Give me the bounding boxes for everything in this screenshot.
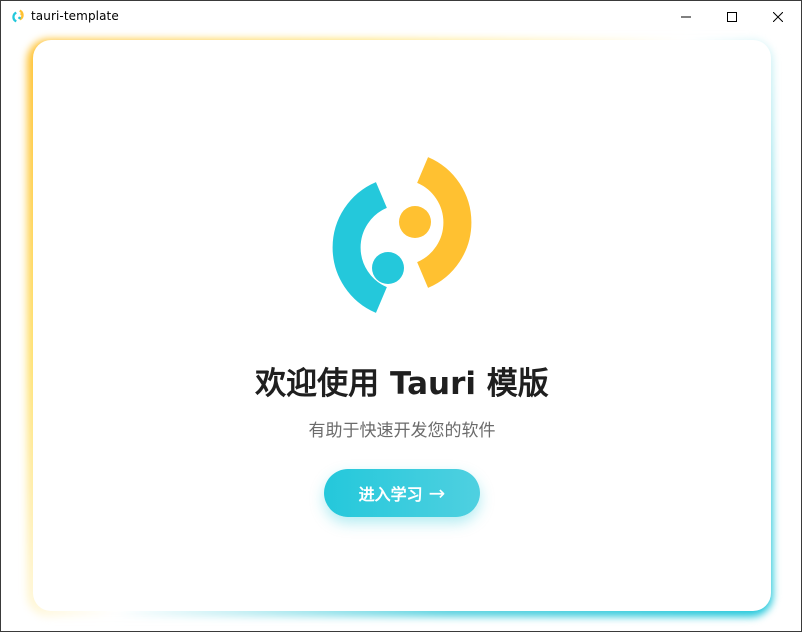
- maximize-icon: [727, 7, 737, 26]
- main-content: 欢迎使用 Tauri 模版 有助于快速开发您的软件 进入学习 →: [1, 31, 801, 631]
- welcome-card: 欢迎使用 Tauri 模版 有助于快速开发您的软件 进入学习 →: [33, 40, 771, 611]
- minimize-icon: [681, 7, 691, 26]
- close-icon: [772, 7, 784, 26]
- start-learning-button[interactable]: 进入学习 →: [324, 469, 480, 517]
- window-title: tauri-template: [31, 9, 119, 23]
- close-button[interactable]: [755, 1, 801, 31]
- app-window: tauri-template 欢迎使用 Tauri 模版 有助于快速开发您的软件…: [0, 0, 802, 632]
- page-subtitle: 有助于快速开发您的软件: [308, 421, 496, 441]
- tauri-logo-icon: [11, 9, 25, 23]
- page-title: 欢迎使用 Tauri 模版: [255, 366, 549, 402]
- window-controls: [663, 1, 801, 31]
- arrow-right-icon: →: [428, 481, 446, 505]
- minimize-button[interactable]: [663, 1, 709, 31]
- title-bar[interactable]: tauri-template: [1, 1, 801, 31]
- start-learning-label: 进入学习: [358, 485, 423, 504]
- tauri-logo: [329, 150, 475, 320]
- maximize-button[interactable]: [709, 1, 755, 31]
